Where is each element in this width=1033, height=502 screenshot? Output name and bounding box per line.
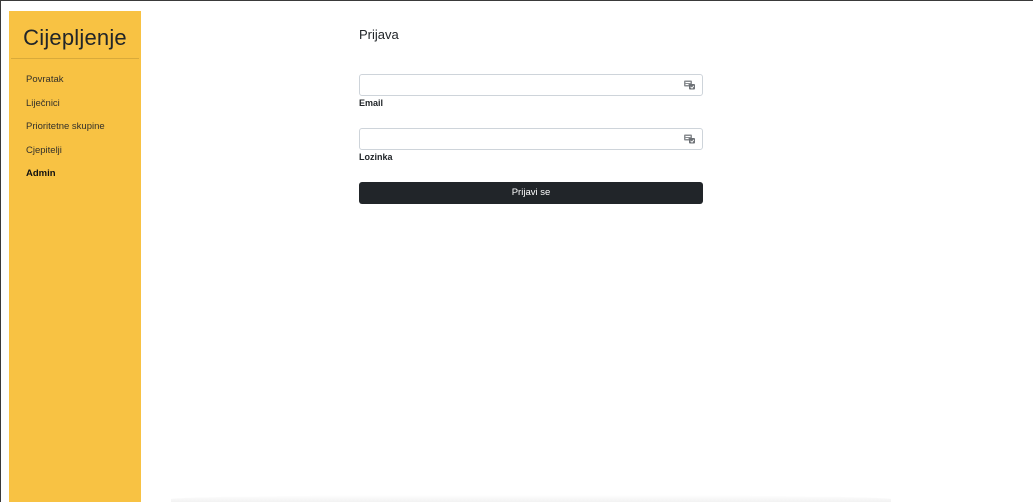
sidebar-item-povratak[interactable]: Povratak <box>26 72 105 96</box>
email-input[interactable] <box>360 75 692 95</box>
sidebar-item-prioritetne-skupine[interactable]: Prioritetne skupine <box>26 119 105 143</box>
key-autofill-icon[interactable] <box>684 134 695 144</box>
app-window: Cijepljenje Povratak Liječnici Prioritet… <box>0 0 1033 502</box>
sidebar-item-admin[interactable]: Admin <box>26 166 105 190</box>
sidebar-item-lijecnici[interactable]: Liječnici <box>26 96 105 120</box>
sidebar: Cijepljenje Povratak Liječnici Prioritet… <box>9 11 141 502</box>
password-input[interactable] <box>360 129 692 149</box>
password-field[interactable] <box>359 128 703 150</box>
login-button[interactable]: Prijavi se <box>359 182 703 204</box>
key-autofill-icon[interactable] <box>684 80 695 90</box>
sidebar-item-cjepitelji[interactable]: Cjepitelji <box>26 143 105 167</box>
bottom-shadow <box>171 495 891 502</box>
email-label: Email <box>359 98 384 108</box>
brand-title[interactable]: Cijepljenje <box>9 25 141 51</box>
password-label: Lozinka <box>359 152 393 162</box>
sidebar-nav: Povratak Liječnici Prioritetne skupine C… <box>26 72 105 190</box>
email-field[interactable] <box>359 74 703 96</box>
brand-divider <box>11 58 139 59</box>
page-title: Prijava <box>359 27 399 42</box>
